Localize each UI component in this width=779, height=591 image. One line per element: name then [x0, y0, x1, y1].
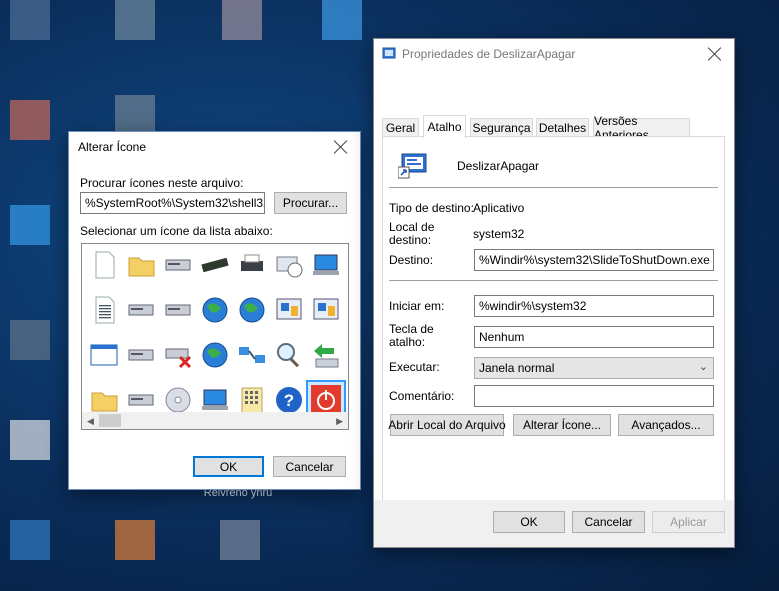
dialog-title: Propriedades de DeslizarApagar — [402, 47, 576, 61]
hotkey-label: Tecla de atalho: — [389, 322, 434, 349]
target-location-label: Local de destino: — [389, 220, 435, 247]
tab-detalhes[interactable]: Detalhes — [536, 118, 589, 137]
printer-icon[interactable] — [241, 254, 263, 271]
text-document-icon[interactable] — [95, 296, 115, 324]
folder-small-icon[interactable] — [91, 392, 118, 412]
dialog-title: Alterar Ícone — [78, 140, 147, 154]
start-in-label: Iniciar em: — [389, 299, 445, 313]
tab-geral[interactable]: Geral — [382, 118, 419, 137]
icon-file-path-input[interactable]: %SystemRoot%\System32\shell32.dll — [80, 192, 265, 214]
svg-text:?: ? — [284, 391, 294, 410]
green-arrow-icon[interactable] — [314, 344, 339, 368]
target-type-value: Aplicativo — [473, 201, 525, 215]
run-mode-select[interactable]: Janela normal ⌄ — [474, 357, 714, 379]
network-globe-icon[interactable] — [239, 297, 265, 323]
hotkey-input[interactable]: Nenhum — [474, 326, 714, 348]
advanced-button[interactable]: Avançados... — [618, 414, 714, 436]
mouse-globe-icon[interactable] — [202, 342, 228, 368]
scroll-thumb[interactable] — [99, 414, 121, 427]
target-type-label: Tipo de destino: — [389, 201, 474, 215]
target-location-value: system32 — [473, 227, 525, 241]
cancel-button[interactable]: Cancelar — [273, 456, 346, 477]
globe-icon[interactable] — [202, 297, 228, 323]
browse-button[interactable]: Procurar... — [274, 192, 347, 214]
run-label: Executar: — [389, 360, 440, 374]
close-icon[interactable] — [706, 45, 724, 63]
target-label: Destino: — [389, 253, 434, 267]
desktop-icon[interactable] — [10, 420, 50, 460]
computer-tree-icon[interactable] — [128, 349, 154, 361]
open-file-location-button[interactable]: Abrir Local do Arquivo — [388, 414, 506, 436]
tab-atalho[interactable]: Atalho — [423, 115, 466, 138]
shortcut-app-icon — [382, 47, 396, 59]
dialog-footer: OK Cancelar Aplicar — [374, 500, 734, 547]
power-icon[interactable] — [306, 380, 346, 412]
memory-chip-icon[interactable] — [201, 257, 229, 273]
help-icon[interactable]: ? — [276, 387, 302, 412]
shortcut-name: DeslizarApagar — [457, 159, 540, 173]
target-input[interactable]: %Windir%\system32\SlideToShutDown.exe — [474, 249, 714, 271]
tab-versoes-anteriores[interactable]: Versões Anteriores — [593, 114, 690, 142]
shortcut-large-icon — [398, 153, 427, 179]
removable-drive-icon[interactable] — [128, 394, 154, 406]
media-player-icon[interactable] — [313, 298, 339, 320]
magnifier-icon[interactable] — [277, 343, 300, 368]
monitor-screen-icon[interactable] — [313, 254, 339, 275]
change-icon-dialog: Alterar Ícone Procurar ícones neste arqu… — [68, 131, 361, 490]
icon-grid: ? — [90, 251, 346, 412]
desktop-icon[interactable] — [10, 100, 50, 140]
desktop-icon[interactable] — [322, 0, 362, 40]
chevron-down-icon: ⌄ — [698, 361, 708, 373]
disconnected-drive-icon[interactable] — [165, 348, 192, 369]
disk-drive-icon[interactable] — [165, 259, 191, 271]
desktop-icon[interactable] — [222, 0, 262, 40]
laptop-icon[interactable] — [202, 389, 228, 410]
file-grid-icon[interactable] — [241, 387, 263, 412]
apply-button[interactable]: Aplicar — [652, 511, 725, 533]
blank-document-icon[interactable] — [95, 251, 115, 279]
comment-input[interactable] — [474, 385, 714, 407]
desktop-icon[interactable] — [10, 205, 50, 245]
scroll-left-icon[interactable]: ◀ — [87, 416, 94, 427]
horizontal-scrollbar[interactable]: ◀ ▶ — [82, 412, 348, 429]
desktop-icon[interactable] — [10, 0, 50, 40]
cd-drive-icon[interactable] — [165, 387, 191, 412]
shortcut-tab-panel: DeslizarApagar Tipo de destino: Aplicati… — [382, 136, 725, 544]
desktop-icon[interactable] — [115, 95, 155, 135]
ok-button[interactable]: OK — [193, 456, 264, 477]
run-mode-value: Janela normal — [479, 361, 555, 375]
separator — [389, 187, 718, 188]
control-panel-icon[interactable] — [276, 298, 302, 320]
comment-label: Comentário: — [389, 389, 455, 403]
start-in-input[interactable]: %windir%\system32 — [474, 295, 714, 317]
separator — [389, 280, 718, 281]
ok-button[interactable]: OK — [493, 511, 565, 533]
network-connection-icon[interactable] — [239, 347, 265, 363]
shortcut-properties-dialog: Propriedades de DeslizarApagar Geral Ata… — [373, 38, 735, 548]
desktop-icon[interactable] — [10, 320, 50, 360]
window-icon[interactable] — [90, 344, 118, 366]
folder-icon[interactable] — [128, 257, 155, 277]
icon-list-label: Selecionar um ícone da lista abaixo: — [80, 224, 273, 238]
network-drive-icon[interactable] — [165, 304, 191, 316]
desktop-icon[interactable] — [115, 520, 155, 560]
scroll-right-icon[interactable]: ▶ — [336, 416, 343, 427]
close-icon[interactable] — [332, 138, 350, 156]
title-bar[interactable]: Alterar Ícone — [69, 132, 360, 163]
desktop-icon[interactable] — [220, 520, 260, 560]
cancel-button[interactable]: Cancelar — [572, 511, 645, 533]
network-clock-icon[interactable] — [276, 256, 303, 278]
tab-seguranca[interactable]: Segurança — [470, 118, 533, 137]
icon-list[interactable]: ? ◀ ▶ — [81, 243, 349, 430]
desktop-icon[interactable] — [115, 0, 155, 40]
search-file-label: Procurar ícones neste arquivo: — [80, 176, 244, 190]
change-icon-button[interactable]: Alterar Ícone... — [513, 414, 611, 436]
title-bar[interactable]: Propriedades de DeslizarApagar — [374, 39, 734, 70]
desktop-icon[interactable] — [10, 520, 50, 560]
locked-computer-icon[interactable] — [128, 304, 154, 316]
